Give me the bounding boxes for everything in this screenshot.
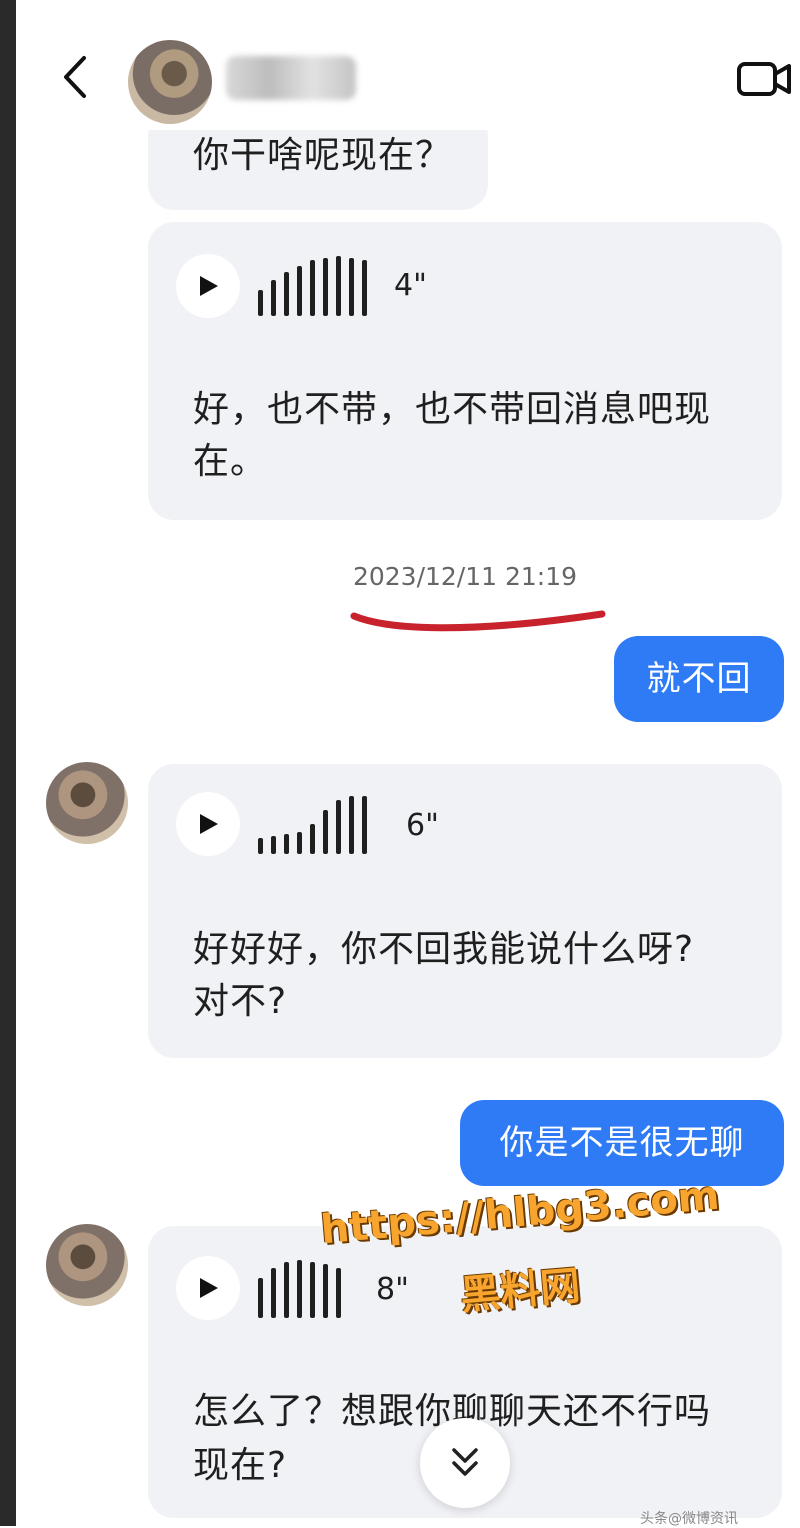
source-credit: 头条@微博资讯 [640, 1511, 738, 1527]
window-edge [0, 0, 16, 1526]
voice-waveform [258, 794, 378, 854]
voice-transcript-line: 好好好，你不回我能说什么呀? [193, 929, 695, 970]
play-icon [200, 1278, 218, 1298]
voice-transcript-line: 现在? [193, 1445, 288, 1486]
video-call-button[interactable] [736, 56, 792, 100]
video-camera-icon [737, 62, 791, 96]
contact-name-blurred[interactable] [226, 56, 356, 100]
contact-avatar[interactable] [46, 762, 128, 844]
message-text: 你干啥呢现在？ [193, 135, 453, 176]
back-button[interactable] [56, 52, 96, 102]
voice-transcript-line: 好，也不带，也不带回消息吧现 [193, 389, 712, 430]
scroll-to-bottom-button[interactable] [420, 1418, 510, 1508]
voice-duration: 6" [406, 808, 439, 843]
play-icon [200, 276, 218, 296]
voice-waveform [258, 256, 368, 316]
contact-avatar[interactable] [46, 1224, 128, 1306]
play-button[interactable] [176, 792, 240, 856]
chat-header [16, 0, 800, 130]
play-button[interactable] [176, 1256, 240, 1320]
incoming-voice-bubble[interactable]: 4" 好，也不带，也不带回消息吧现 在。 [148, 222, 782, 520]
play-button[interactable] [176, 254, 240, 318]
incoming-voice-bubble[interactable]: 6" 好好好，你不回我能说什么呀? 对不? [148, 764, 782, 1058]
play-icon [200, 814, 218, 834]
voice-transcript-line: 在。 [193, 441, 268, 482]
voice-duration: 4" [394, 268, 427, 303]
contact-avatar[interactable] [128, 40, 212, 124]
message-timestamp: 2023/12/11 21:19 [352, 562, 578, 591]
double-chevron-down-icon [452, 1448, 478, 1476]
outgoing-text-bubble[interactable]: 就不回 [614, 636, 784, 722]
red-underline-annotation [350, 610, 606, 632]
chevron-left-icon [64, 56, 86, 98]
voice-transcript-line: 对不? [193, 981, 288, 1022]
